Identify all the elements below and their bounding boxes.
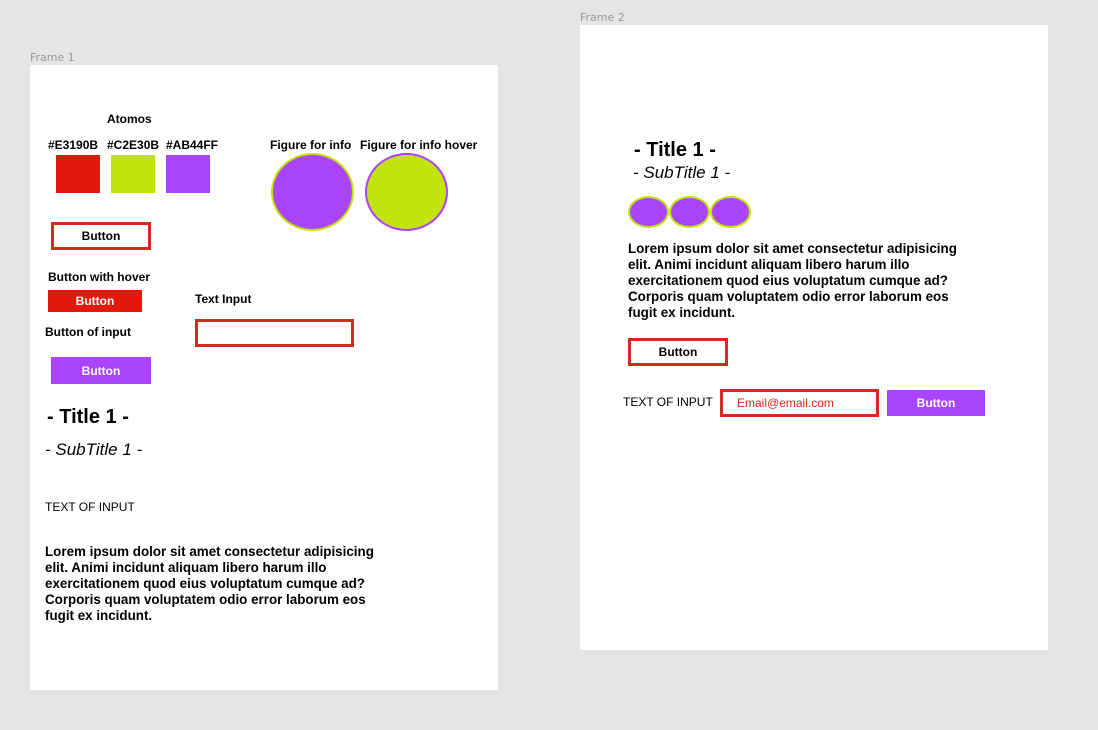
swatch-purple-label: #AB44FF — [166, 138, 219, 152]
figure-info-hover-circle — [365, 153, 448, 231]
swatch-lime — [111, 155, 155, 193]
hover-button[interactable]: Button — [48, 290, 142, 312]
frame2-outline-button[interactable]: Button — [628, 338, 728, 366]
frame2-text-of-input: TEXT OF INPUT — [623, 395, 713, 409]
submit-button[interactable]: Button — [887, 390, 985, 416]
email-input[interactable]: Email@email.com — [720, 389, 879, 417]
figure-info-circle — [271, 153, 354, 231]
swatch-purple — [166, 155, 210, 193]
frame-1: Atomos #E3190B #C2E30B #AB44FF Figure fo… — [30, 65, 498, 690]
button-of-input-caption: Button of input — [45, 325, 131, 339]
frame1-subtitle: - SubTitle 1 - — [45, 440, 143, 459]
frame1-lorem-paragraph: Lorem ipsum dolor sit amet consectetur a… — [45, 544, 374, 623]
figure-info-hover-label: Figure for info hover — [360, 138, 478, 152]
frame-1-label[interactable]: Frame 1 — [30, 51, 75, 64]
figure-dot-1 — [628, 196, 669, 228]
swatch-lime-label: #C2E30B — [107, 138, 160, 152]
input-button[interactable]: Button — [51, 357, 151, 384]
outline-button[interactable]: Button — [51, 222, 151, 250]
frame-2: - Title 1 - - SubTitle 1 - Lorem ipsum d… — [580, 25, 1048, 650]
frame2-subtitle: - SubTitle 1 - — [633, 163, 731, 182]
frame2-lorem-paragraph: Lorem ipsum dolor sit amet consectetur a… — [628, 241, 957, 320]
swatch-red — [56, 155, 100, 193]
frame1-title: - Title 1 - — [47, 406, 129, 428]
frame-2-label[interactable]: Frame 2 — [580, 11, 625, 24]
figure-info-label: Figure for info — [270, 138, 352, 152]
frame1-text-of-input: TEXT OF INPUT — [45, 500, 135, 514]
text-input-label: Text Input — [195, 292, 252, 306]
figure-dot-2 — [669, 196, 710, 228]
figure-dot-3 — [710, 196, 751, 228]
text-input-field[interactable] — [195, 319, 354, 347]
frame2-title: - Title 1 - — [634, 139, 716, 161]
swatch-red-label: #E3190B — [48, 138, 99, 152]
button-hover-caption: Button with hover — [48, 270, 150, 284]
atomos-heading: Atomos — [107, 112, 152, 126]
